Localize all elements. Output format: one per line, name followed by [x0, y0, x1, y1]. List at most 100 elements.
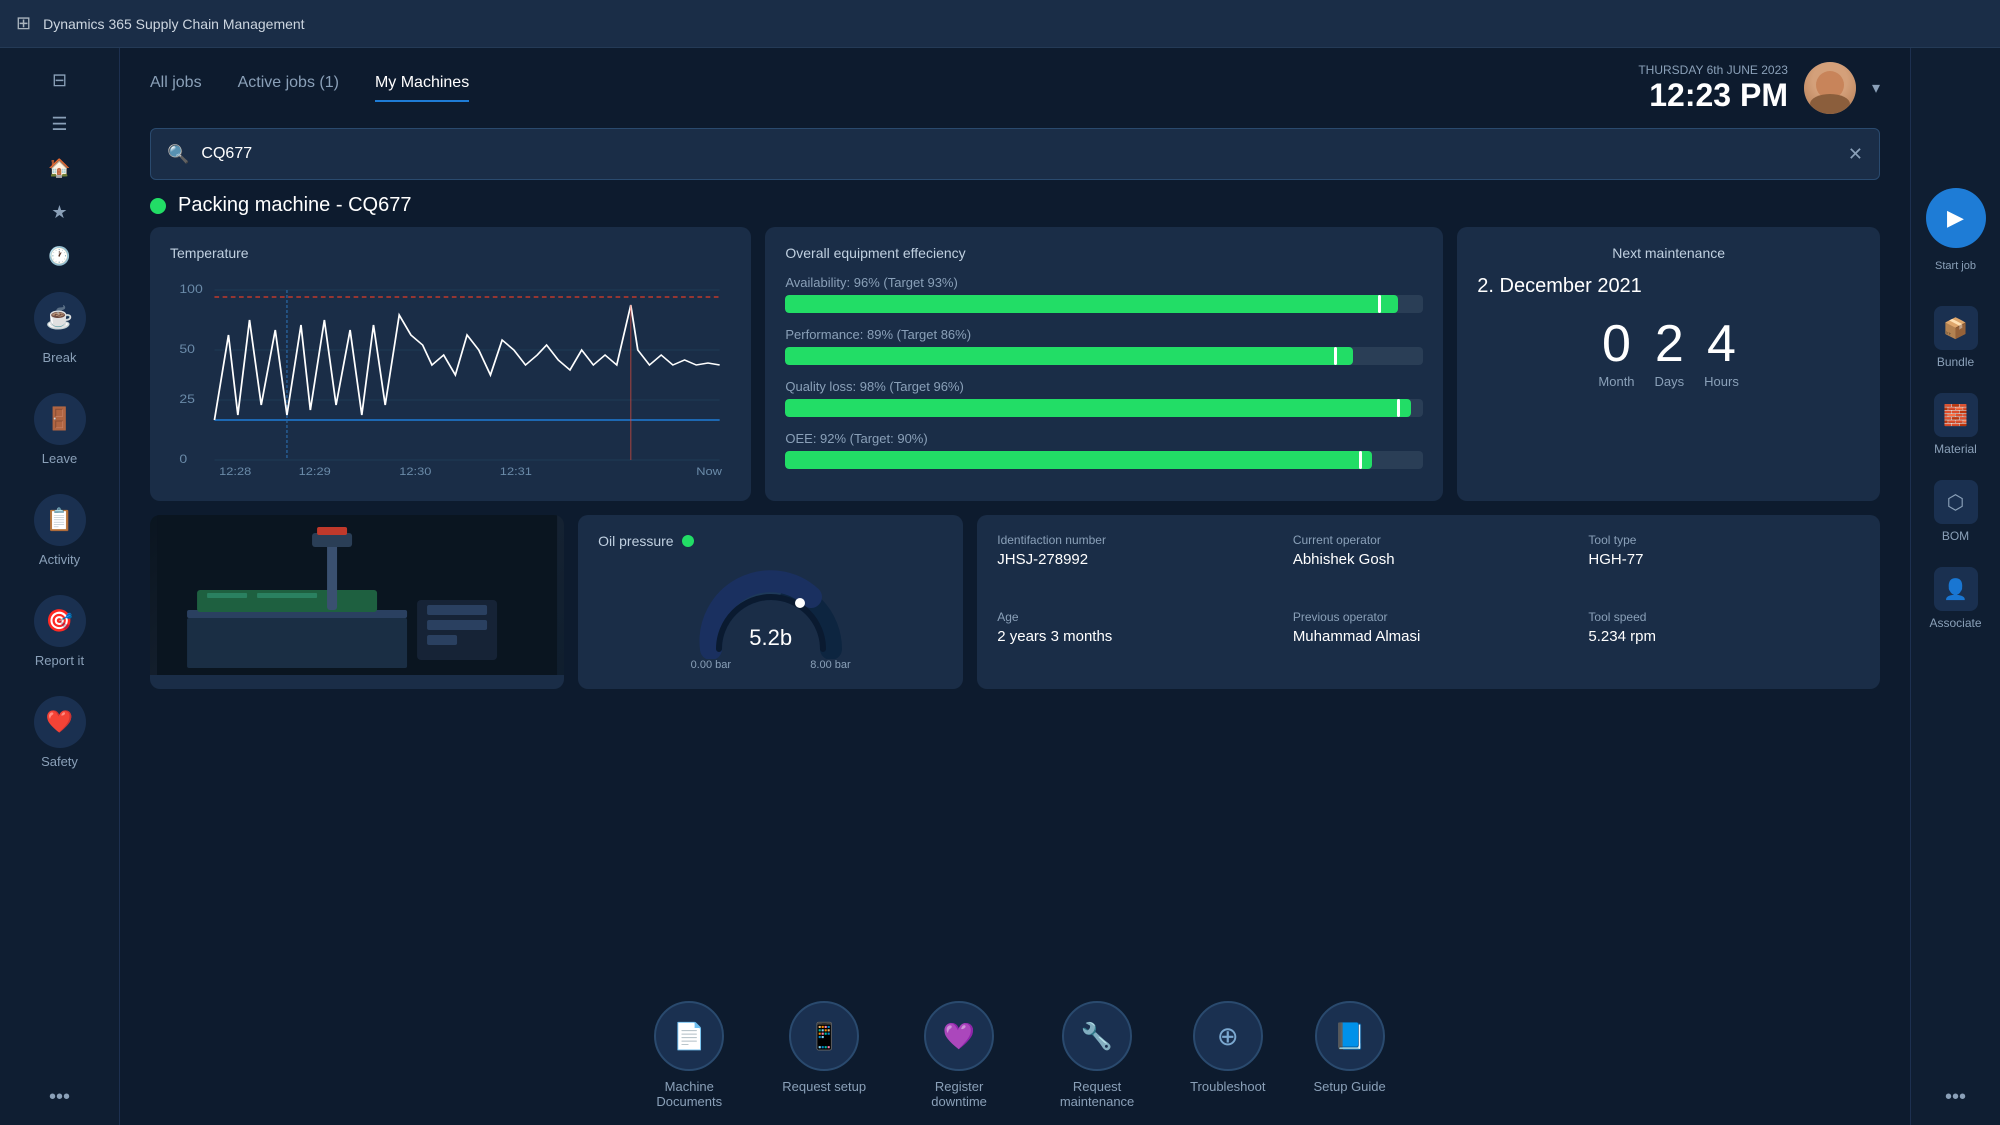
oee-label-0: Availability: 96% (Target 93%) [785, 275, 1423, 290]
sidebar-item-report[interactable]: 🎯 Report it [15, 583, 105, 680]
info-field-0: Identifaction number JHSJ-278992 [997, 533, 1269, 594]
start-job-group: ▶ Start job [1926, 188, 1986, 272]
bundle-icon: 📦 [1934, 306, 1978, 350]
sidebar-nav-pin[interactable]: ★ [42, 194, 78, 230]
action-request-setup[interactable]: 📱 Request setup [782, 1001, 866, 1109]
bottom-row: Oil pressure [150, 515, 1880, 689]
leave-icon: 🚪 [34, 393, 86, 445]
info-label-2: Tool type [1588, 533, 1860, 547]
svg-text:Now: Now [696, 465, 722, 475]
svg-text:12:28: 12:28 [219, 465, 252, 475]
activity-icon: 📋 [34, 494, 86, 546]
info-field-1: Current operator Abhishek Gosh [1293, 533, 1565, 594]
waffle-icon[interactable]: ⊞ [16, 13, 31, 34]
oil-pressure-card: Oil pressure [578, 515, 963, 689]
action-troubleshoot[interactable]: ⊕ Troubleshoot [1190, 1001, 1265, 1109]
action-machine-documents[interactable]: 📄 Machine Documents [644, 1001, 734, 1109]
date-display: THURSDAY 6th JUNE 2023 [1638, 63, 1788, 77]
action-machine-documents-label: Machine Documents [644, 1079, 734, 1109]
oee-label-2: Quality loss: 98% (Target 96%) [785, 379, 1423, 394]
svg-text:25: 25 [179, 392, 195, 406]
oee-bar-fill-1 [785, 347, 1353, 365]
maintenance-card: Next maintenance 2. December 2021 0 Mont… [1457, 227, 1880, 501]
main-layout: ⊟ ☰ 🏠 ★ 🕐 ☕ Break 🚪 Leave 📋 Activity 🎯 R… [0, 48, 2000, 1125]
oee-bar-target-1 [1334, 347, 1337, 365]
action-register-downtime-label: Register downtime [914, 1079, 1004, 1109]
machine-info-card: Identifaction number JHSJ-278992 Current… [977, 515, 1880, 689]
info-value-3: 2 years 3 months [997, 628, 1269, 645]
datetime-user: THURSDAY 6th JUNE 2023 12:23 PM ▾ [1638, 62, 1880, 114]
tab-all-jobs[interactable]: All jobs [150, 74, 202, 102]
oee-bar-track-0 [785, 295, 1423, 313]
gauge-labels: 0.00 bar 8.00 bar [691, 659, 851, 671]
oee-row-1: Performance: 89% (Target 86%) [785, 327, 1423, 365]
tab-active-jobs[interactable]: Active jobs (1) [238, 74, 339, 102]
right-sidebar: ▶ Start job 📦 Bundle 🧱 Material ⬡ BOM 👤 … [1910, 48, 2000, 1125]
sidebar-nav-recent[interactable]: 🕐 [42, 238, 78, 274]
temperature-card: Temperature 100 50 25 0 [150, 227, 751, 501]
sidebar-nav-menu[interactable]: ☰ [42, 106, 78, 142]
left-sidebar: ⊟ ☰ 🏠 ★ 🕐 ☕ Break 🚪 Leave 📋 Activity 🎯 R… [0, 48, 120, 1125]
right-sidebar-dots[interactable]: ••• [1945, 1086, 1966, 1109]
sidebar-item-safety-label: Safety [41, 754, 78, 769]
action-troubleshoot-label: Troubleshoot [1190, 1079, 1265, 1094]
troubleshoot-icon: ⊕ [1193, 1001, 1263, 1071]
tabs: All jobs Active jobs (1) My Machines [150, 74, 469, 102]
top-bar: ⊞ Dynamics 365 Supply Chain Management [0, 0, 2000, 48]
material-label: Material [1934, 442, 1977, 456]
sidebar-item-bom[interactable]: ⬡ BOM [1918, 470, 1994, 553]
sidebar-item-leave-label: Leave [42, 451, 77, 466]
oee-bar-track-3 [785, 451, 1423, 469]
request-maintenance-icon: 🔧 [1062, 1001, 1132, 1071]
countdown-months-num: 0 [1602, 318, 1631, 370]
request-setup-icon: 📱 [789, 1001, 859, 1071]
sidebar-item-break[interactable]: ☕ Break [15, 280, 105, 377]
sidebar-nav-home[interactable]: ⊟ [42, 62, 78, 98]
avatar[interactable] [1804, 62, 1856, 114]
sidebar-item-bundle[interactable]: 📦 Bundle [1918, 296, 1994, 379]
info-label-1: Current operator [1293, 533, 1565, 547]
info-value-4: Muhammad Almasi [1293, 628, 1565, 645]
gauge-container: 5.2b [691, 559, 851, 659]
oee-label-3: OEE: 92% (Target: 90%) [785, 431, 1423, 446]
header-area: All jobs Active jobs (1) My Machines THU… [120, 48, 1910, 114]
machine-img-inner [150, 515, 564, 675]
sidebar-item-material[interactable]: 🧱 Material [1918, 383, 1994, 466]
gauge-min-label: 0.00 bar [691, 659, 731, 671]
start-job-button[interactable]: ▶ [1926, 188, 1986, 248]
datetime: THURSDAY 6th JUNE 2023 12:23 PM [1638, 63, 1788, 114]
search-clear-icon[interactable]: ✕ [1848, 144, 1863, 165]
countdown-days-label: Days [1655, 374, 1685, 389]
action-request-maintenance[interactable]: 🔧 Request maintenance [1052, 1001, 1142, 1109]
countdown-hours: 4 Hours [1704, 318, 1739, 389]
info-field-5: Tool speed 5.234 rpm [1588, 610, 1860, 671]
oee-bar-track-1 [785, 347, 1423, 365]
sidebar-nav-search[interactable]: 🏠 [42, 150, 78, 186]
action-register-downtime[interactable]: 💜 Register downtime [914, 1001, 1004, 1109]
sidebar-more-dots[interactable]: ••• [49, 1086, 70, 1109]
user-menu-chevron[interactable]: ▾ [1872, 78, 1880, 98]
countdown-months: 0 Month [1598, 318, 1634, 389]
machine-title: Packing machine - CQ677 [120, 194, 1910, 227]
action-setup-guide[interactable]: 📘 Setup Guide [1313, 1001, 1385, 1109]
safety-icon: ❤️ [34, 696, 86, 748]
bundle-label: Bundle [1937, 355, 1974, 369]
sidebar-item-leave[interactable]: 🚪 Leave [15, 381, 105, 478]
info-field-2: Tool type HGH-77 [1588, 533, 1860, 594]
sidebar-item-safety[interactable]: ❤️ Safety [15, 684, 105, 781]
oil-title: Oil pressure [598, 533, 673, 549]
sidebar-item-activity[interactable]: 📋 Activity [15, 482, 105, 579]
temperature-chart: 100 50 25 0 [170, 275, 731, 475]
search-input[interactable] [201, 145, 1835, 163]
info-label-5: Tool speed [1588, 610, 1860, 624]
countdown-hours-label: Hours [1704, 374, 1739, 389]
top-row: Temperature 100 50 25 0 [150, 227, 1880, 501]
info-field-3: Age 2 years 3 months [997, 610, 1269, 671]
register-downtime-icon: 💜 [924, 1001, 994, 1071]
oee-row-0: Availability: 96% (Target 93%) [785, 275, 1423, 313]
tab-my-machines[interactable]: My Machines [375, 74, 469, 102]
maintenance-title: Next maintenance [1612, 245, 1725, 261]
machine-documents-icon: 📄 [654, 1001, 724, 1071]
oee-card: Overall equipment effeciency Availabilit… [765, 227, 1443, 501]
sidebar-item-associate[interactable]: 👤 Associate [1918, 557, 1994, 640]
